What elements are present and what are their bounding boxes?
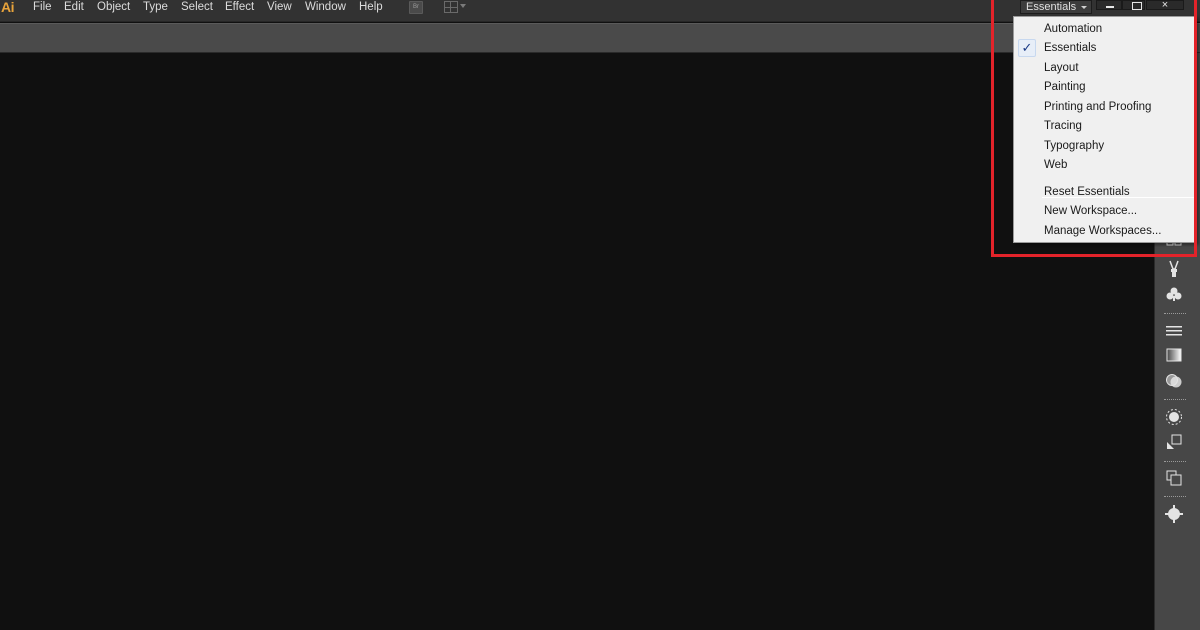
canvas-area[interactable] [0, 53, 1154, 630]
menu-type[interactable]: Type [143, 0, 168, 16]
bridge-button[interactable]: Br [409, 1, 423, 14]
stroke-icon[interactable] [1163, 320, 1185, 342]
chevron-down-icon [460, 4, 466, 8]
gradient-icon[interactable] [1163, 344, 1185, 366]
dock-separator [1164, 313, 1186, 315]
app-logo: Ai [1, 0, 15, 15]
menu-help[interactable]: Help [359, 0, 383, 16]
graphic-styles-icon[interactable] [1163, 431, 1185, 453]
menu-object[interactable]: Object [97, 0, 130, 16]
arrange-documents-icon [444, 1, 458, 13]
menu-window[interactable]: Window [305, 0, 346, 16]
dock-separator [1164, 399, 1186, 401]
menu-effect[interactable]: Effect [225, 0, 254, 16]
brushes-icon[interactable] [1163, 258, 1185, 280]
dock-separator [1164, 496, 1186, 498]
artboards-icon[interactable] [1163, 503, 1185, 525]
transparency-icon[interactable] [1163, 370, 1185, 392]
dock-separator [1164, 461, 1186, 463]
layers-icon[interactable] [1163, 467, 1185, 489]
menu-select[interactable]: Select [181, 0, 213, 16]
highlight-box [991, 0, 1197, 257]
arrange-documents-button[interactable] [444, 1, 468, 14]
menu-view[interactable]: View [267, 0, 292, 16]
menu-file[interactable]: File [33, 0, 52, 16]
symbols-icon[interactable] [1163, 283, 1185, 305]
menu-edit[interactable]: Edit [64, 0, 84, 16]
appearance-icon[interactable] [1163, 406, 1185, 428]
